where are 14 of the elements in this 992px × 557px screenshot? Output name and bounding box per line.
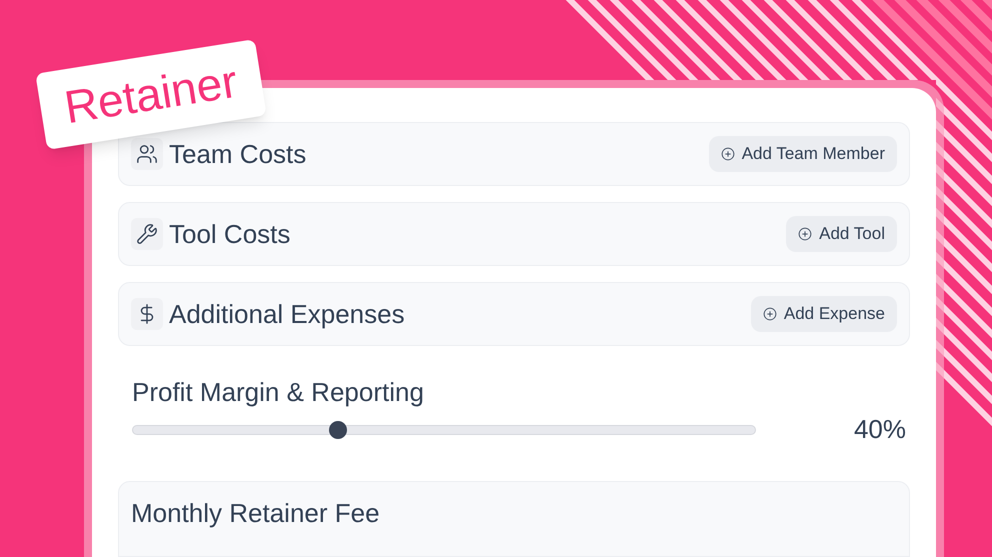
plus-circle-icon (762, 307, 777, 321)
plus-circle-icon (720, 147, 735, 161)
add-button[interactable]: Add Tool (786, 216, 897, 252)
slider-thumb[interactable] (329, 420, 348, 438)
section-title: Tool Costs (169, 218, 290, 250)
people-icon (136, 143, 158, 165)
margin-value: 40% (854, 413, 906, 446)
add-button[interactable]: Add Team Member (708, 136, 897, 172)
plus-circle-icon (798, 227, 812, 241)
wrench-icon (136, 223, 158, 245)
fee-title: Monthly Retainer Fee (131, 498, 380, 528)
add-button[interactable]: Add Expense (750, 296, 897, 332)
profit-title: Profit Margin & Reporting (132, 376, 425, 408)
section-title: Additional Expenses (169, 298, 405, 330)
